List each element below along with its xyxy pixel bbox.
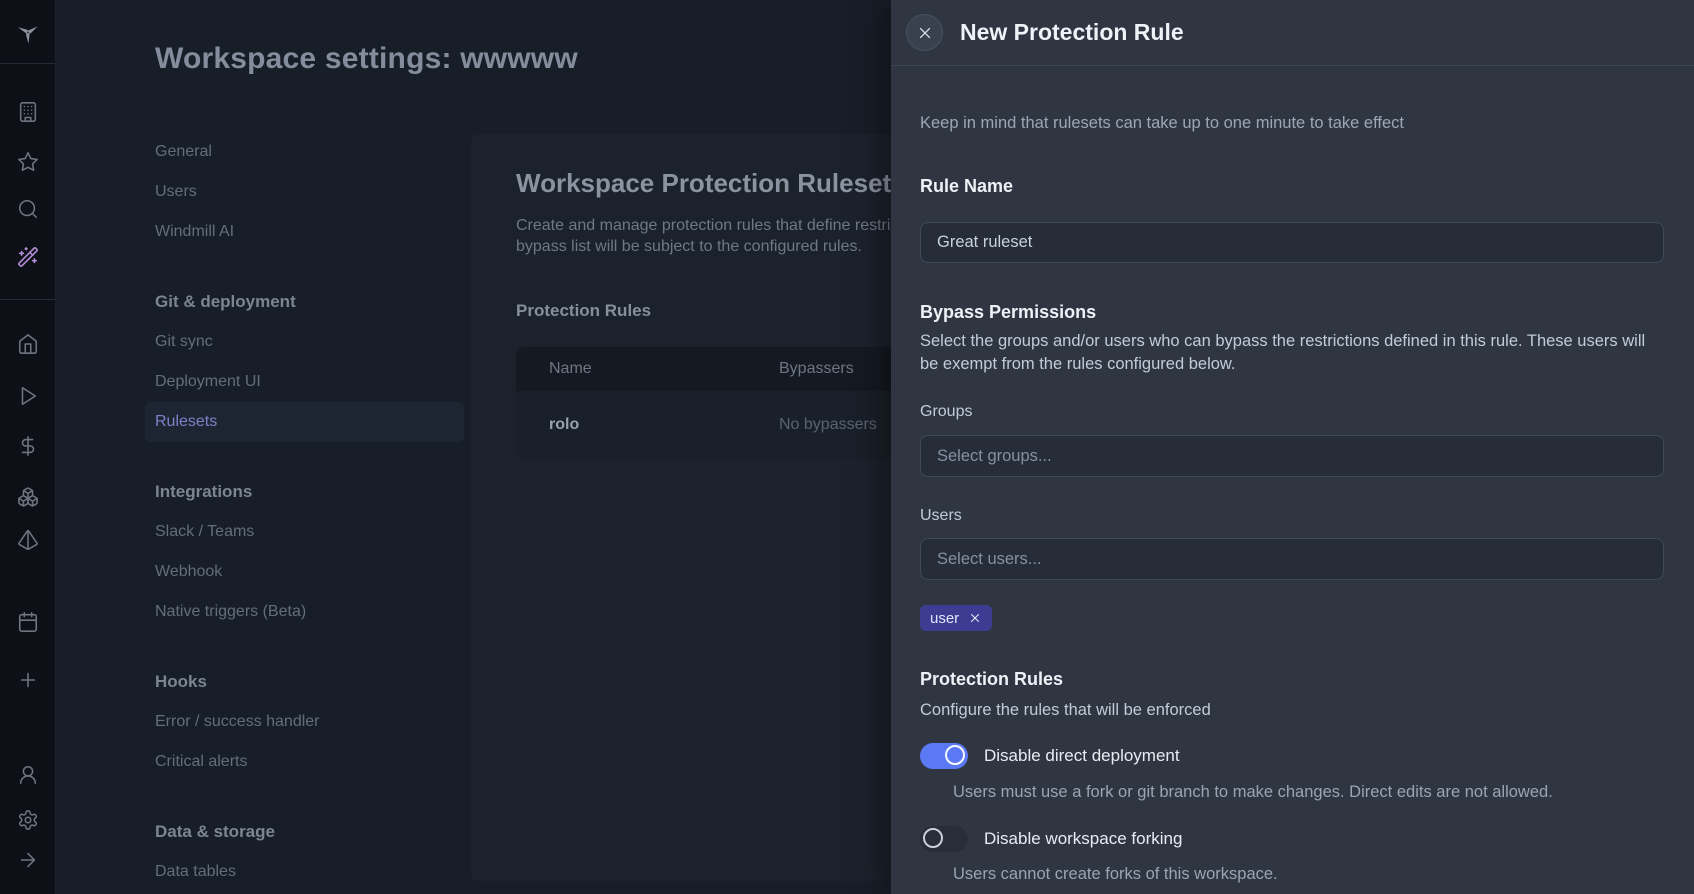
drawer-title: New Protection Rule bbox=[960, 19, 1184, 45]
ruleset-delay-note: Keep in mind that rulesets can take up t… bbox=[920, 114, 1404, 132]
nav-item-git-sync[interactable]: Git sync bbox=[145, 322, 464, 362]
rule-name-cell: rolo bbox=[549, 416, 580, 433]
page-title: Workspace settings: wwwww bbox=[155, 42, 578, 75]
gear-icon[interactable] bbox=[17, 809, 39, 831]
toggle-description: Users cannot create forks of this worksp… bbox=[953, 865, 1278, 883]
disable-direct-deployment-toggle[interactable] bbox=[920, 743, 968, 769]
calendar-icon[interactable] bbox=[17, 611, 39, 633]
toggle-description: Users must use a fork or git branch to m… bbox=[953, 783, 1553, 801]
toggle-row-disable-direct-deployment: Disable direct deployment bbox=[920, 743, 1664, 769]
column-header-name: Name bbox=[549, 360, 592, 377]
users-label: Users bbox=[920, 507, 962, 524]
toggle-row-disable-workspace-forking: Disable workspace forking bbox=[920, 826, 1664, 852]
plus-icon[interactable] bbox=[17, 669, 39, 691]
settings-nav: General Users Windmill AI Git & deployme… bbox=[145, 132, 464, 892]
magic-wand-icon[interactable] bbox=[17, 246, 39, 268]
nav-section-hooks: Hooks bbox=[155, 672, 207, 691]
nav-item-slack-teams[interactable]: Slack / Teams bbox=[145, 512, 464, 552]
dollar-icon[interactable] bbox=[17, 435, 39, 457]
user-tag-label: user bbox=[930, 609, 960, 627]
protection-rules-heading: Protection Rules bbox=[920, 669, 1064, 689]
user-tag: user bbox=[920, 605, 993, 631]
nav-section-data-storage: Data & storage bbox=[155, 822, 275, 841]
new-protection-rule-drawer: New Protection Rule Keep in mind that ru… bbox=[891, 0, 1694, 894]
rule-name-heading: Rule Name bbox=[920, 176, 1014, 196]
search-icon[interactable] bbox=[17, 198, 39, 220]
drawer-header: New Protection Rule bbox=[891, 0, 1694, 66]
toggle-knob bbox=[923, 828, 943, 848]
groups-select-input[interactable] bbox=[920, 435, 1664, 477]
toggle-knob bbox=[945, 745, 965, 765]
nav-item-deployment-ui[interactable]: Deployment UI bbox=[145, 362, 464, 402]
nav-item-native-triggers[interactable]: Native triggers (Beta) bbox=[145, 592, 464, 632]
nav-item-windmill-ai[interactable]: Windmill AI bbox=[145, 212, 464, 252]
rail-divider bbox=[0, 299, 55, 300]
home-icon[interactable] bbox=[17, 333, 39, 355]
users-select-input[interactable] bbox=[920, 538, 1664, 580]
star-icon[interactable] bbox=[17, 151, 39, 173]
close-button[interactable] bbox=[906, 14, 943, 51]
selected-users-row: user bbox=[920, 605, 1664, 631]
toggle-label: Disable workspace forking bbox=[984, 829, 1183, 848]
close-icon bbox=[919, 27, 930, 38]
icon-rail bbox=[0, 0, 56, 894]
groups-label: Groups bbox=[920, 403, 973, 420]
user-icon[interactable] bbox=[17, 764, 39, 786]
toggle-label: Disable direct deployment bbox=[984, 746, 1180, 765]
nav-item-rulesets[interactable]: Rulesets bbox=[145, 402, 464, 442]
play-icon[interactable] bbox=[17, 385, 39, 407]
nav-item-users[interactable]: Users bbox=[145, 172, 464, 212]
nav-item-error-success-handler[interactable]: Error / success handler bbox=[145, 702, 464, 742]
rule-name-input[interactable] bbox=[920, 222, 1664, 263]
drawer-body: Keep in mind that rulesets can take up t… bbox=[891, 112, 1694, 885]
nav-item-general[interactable]: General bbox=[145, 132, 464, 172]
nav-section-git-deployment: Git & deployment bbox=[155, 292, 296, 311]
nav-item-critical-alerts[interactable]: Critical alerts bbox=[145, 742, 464, 782]
bypass-permissions-heading: Bypass Permissions bbox=[920, 302, 1097, 322]
rail-divider bbox=[0, 63, 55, 64]
building-icon[interactable] bbox=[17, 101, 39, 123]
nav-item-data-tables[interactable]: Data tables bbox=[145, 852, 464, 892]
bypass-permissions-description: Select the groups and/or users who can b… bbox=[920, 332, 1646, 373]
boxes-icon[interactable] bbox=[17, 486, 39, 508]
protection-rules-subheading: Configure the rules that will be enforce… bbox=[920, 701, 1211, 719]
nav-item-webhook[interactable]: Webhook bbox=[145, 552, 464, 592]
remove-user-icon[interactable] bbox=[968, 611, 982, 625]
windmill-logo-icon[interactable] bbox=[16, 21, 40, 45]
nav-section-integrations: Integrations bbox=[155, 482, 253, 501]
arrow-right-icon[interactable] bbox=[17, 849, 39, 871]
pyramid-icon[interactable] bbox=[17, 529, 39, 551]
disable-workspace-forking-toggle[interactable] bbox=[920, 826, 968, 852]
